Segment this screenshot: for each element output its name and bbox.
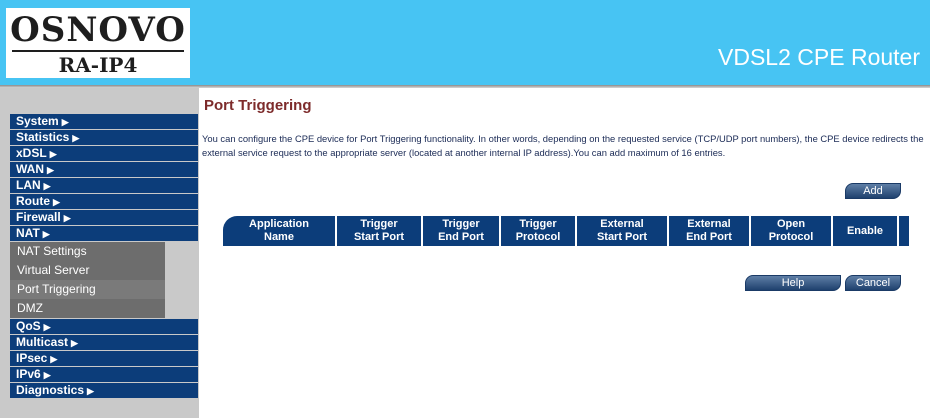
- nav-item-route[interactable]: Route ▶: [10, 194, 198, 209]
- col-application-name: Application Name: [223, 216, 335, 246]
- header-banner: OSNOVO RA-IP4 VDSL2 CPE Router: [0, 0, 930, 85]
- nav-item-diagnostics[interactable]: Diagnostics ▶: [10, 383, 198, 398]
- product-title: VDSL2 CPE Router: [718, 44, 920, 70]
- column-header-line: Start Port: [353, 231, 405, 243]
- arrow-right-icon: ▶: [71, 338, 78, 348]
- column-header-line: Application: [249, 218, 309, 230]
- nav-item-wan[interactable]: WAN ▶: [10, 162, 198, 177]
- column-header-line: Open: [776, 218, 806, 230]
- nav-item-system[interactable]: System ▶: [10, 114, 198, 129]
- nav-item-statistics[interactable]: Statistics ▶: [10, 130, 198, 145]
- col-open-protocol: Open Protocol: [751, 216, 831, 246]
- arrow-right-icon: ▶: [63, 213, 71, 223]
- arrow-right-icon: ▶: [43, 322, 51, 332]
- col-enable: Enable: [833, 216, 897, 246]
- arrow-right-icon: ▶: [87, 386, 94, 396]
- nav-item-label: IPv6: [16, 367, 41, 381]
- arrow-right-icon: ▶: [53, 197, 60, 207]
- arrow-right-icon: ▶: [47, 165, 54, 175]
- column-header-line: External: [600, 218, 644, 230]
- nav-item-qos[interactable]: QoS ▶: [10, 319, 198, 334]
- nav-item-label: WAN: [16, 162, 44, 176]
- col-trigger-end-port: Trigger End Port: [423, 216, 499, 246]
- logo-underline: [12, 50, 184, 52]
- column-header-line: Trigger: [442, 218, 480, 230]
- column-header-line: Enable: [846, 224, 884, 237]
- column-header-line: Start Port: [596, 231, 648, 243]
- nav-item-label: IPsec: [16, 351, 48, 365]
- arrow-right-icon: ▶: [43, 181, 51, 191]
- page-title: Port Triggering: [204, 97, 312, 114]
- logo: OSNOVO RA-IP4: [6, 8, 190, 78]
- add-button[interactable]: Add: [845, 183, 901, 199]
- arrow-right-icon: ▶: [61, 117, 69, 127]
- col-trigger-start-port: Trigger Start Port: [337, 216, 421, 246]
- column-header-line: External: [687, 218, 731, 230]
- submenu-item-dmz[interactable]: DMZ: [10, 299, 165, 318]
- submenu-item-port-triggering[interactable]: Port Triggering: [10, 280, 165, 299]
- col-external-end-port: External End Port: [669, 216, 749, 246]
- nav-item-label: Diagnostics: [16, 383, 85, 397]
- column-header-line: End Port: [438, 231, 484, 243]
- nav-item-label: Statistics: [16, 130, 70, 144]
- nav-item-lan[interactable]: LAN ▶: [10, 178, 198, 193]
- help-button[interactable]: Help: [745, 275, 841, 291]
- column-header-line: Trigger: [519, 218, 557, 230]
- table-header-end-cap: [899, 216, 909, 246]
- column-header-line: Protocol: [515, 231, 561, 243]
- nav-menu: System ▶ Statistics ▶ xDSL ▶ WAN ▶ LAN ▶ Rout…: [10, 114, 198, 399]
- nav-item-label: Firewall: [16, 210, 61, 224]
- nav-item-label: NAT: [16, 226, 40, 240]
- nav-item-label: QoS: [16, 319, 41, 333]
- nav-item-label: System: [16, 114, 59, 128]
- col-external-start-port: External Start Port: [577, 216, 667, 246]
- column-header-line: End Port: [686, 231, 732, 243]
- nav-item-ipv6[interactable]: IPv6 ▶: [10, 367, 198, 382]
- nav-item-label: Multicast: [16, 335, 69, 349]
- arrow-right-icon: ▶: [49, 149, 57, 159]
- arrow-right-icon: ▶: [50, 354, 58, 364]
- cancel-button[interactable]: Cancel: [845, 275, 901, 291]
- logo-model: RA-IP4: [58, 53, 138, 77]
- arrow-right-icon: ▶: [43, 370, 51, 380]
- nav-item-ipsec[interactable]: IPsec ▶: [10, 351, 198, 366]
- nav-item-firewall[interactable]: Firewall ▶: [10, 210, 198, 225]
- main-content: Port Triggering You can configure the CP…: [199, 88, 930, 418]
- page-description: You can configure the CPE device for Por…: [202, 133, 924, 158]
- arrow-right-icon: ▶: [42, 229, 50, 239]
- column-header-line: Name: [264, 231, 294, 243]
- logo-brand: OSNOVO: [10, 10, 186, 50]
- nat-submenu: NAT Settings Virtual Server Port Trigger…: [10, 242, 165, 318]
- submenu-item-nat-settings[interactable]: NAT Settings: [10, 242, 165, 261]
- nav-item-label: Route: [16, 194, 50, 208]
- col-trigger-protocol: Trigger Protocol: [501, 216, 575, 246]
- column-header-line: Protocol: [768, 231, 814, 243]
- sidebar: System ▶ Statistics ▶ xDSL ▶ WAN ▶ LAN ▶ Rout…: [0, 88, 199, 418]
- nav-item-xdsl[interactable]: xDSL ▶: [10, 146, 198, 161]
- arrow-right-icon: ▶: [72, 133, 80, 143]
- nav-item-multicast[interactable]: Multicast ▶: [10, 335, 198, 350]
- nav-item-label: LAN: [16, 178, 41, 192]
- nav-item-nat[interactable]: NAT ▶: [10, 226, 198, 241]
- port-trigger-table-header: Application Name Trigger Start Port Trigge…: [223, 216, 909, 246]
- submenu-item-virtual-server[interactable]: Virtual Server: [10, 261, 165, 280]
- nav-item-label: xDSL: [16, 146, 47, 160]
- column-header-line: Trigger: [360, 218, 398, 230]
